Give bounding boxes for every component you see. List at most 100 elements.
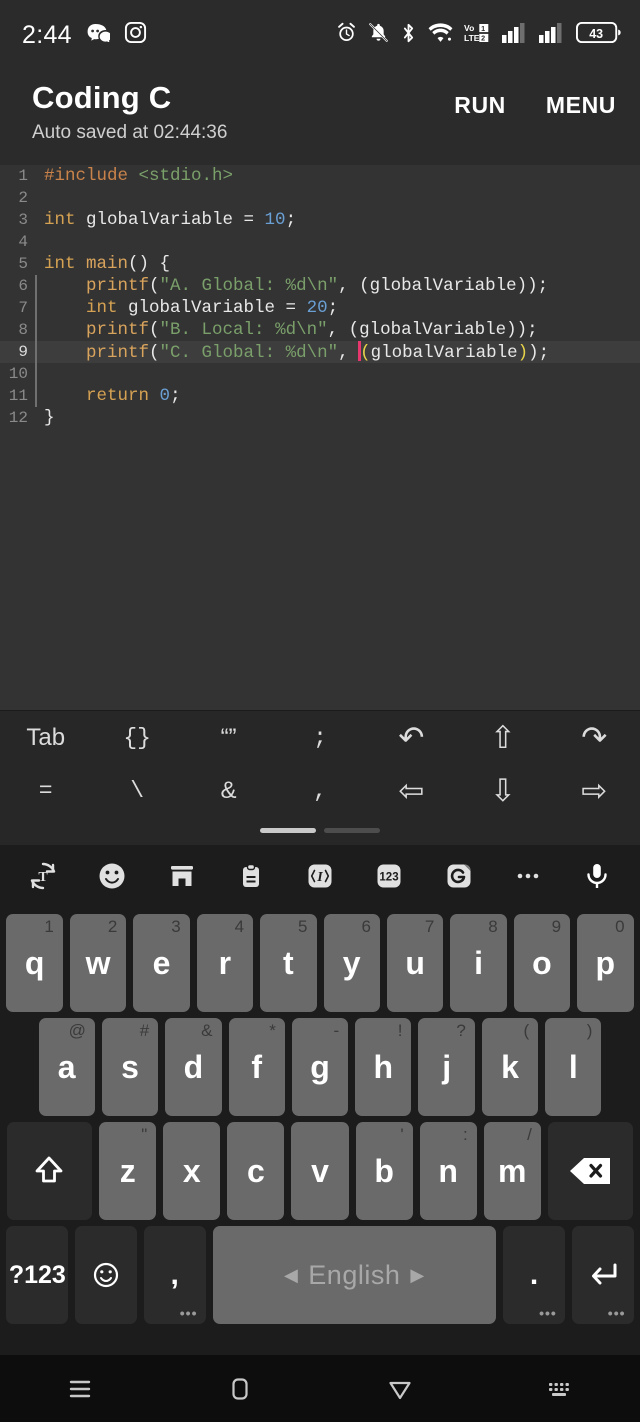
key-n[interactable]: :n xyxy=(419,1122,477,1220)
key-p[interactable]: 0p xyxy=(577,914,634,1012)
home-button[interactable] xyxy=(160,1372,320,1406)
key-d[interactable]: & d xyxy=(165,1018,222,1116)
mic-icon[interactable] xyxy=(574,853,620,899)
page-dot[interactable] xyxy=(324,827,380,833)
code-line-active[interactable]: 9 printf("C. Global: %d\n", (globalVaria… xyxy=(0,341,640,363)
key-m[interactable]: / m xyxy=(483,1122,541,1220)
period-key[interactable]: . ••• xyxy=(503,1226,565,1324)
symbol-key-ampersand[interactable]: & xyxy=(183,764,274,817)
key-e[interactable]: 3e xyxy=(133,914,190,1012)
code-text: int globalVariable = 20; xyxy=(86,298,339,318)
recents-button[interactable] xyxy=(0,1372,160,1406)
symbol-key-backslash[interactable]: \ xyxy=(91,764,182,817)
space-key-label: English xyxy=(308,1259,401,1290)
code-text: return 0; xyxy=(86,386,181,406)
gif-icon[interactable] xyxy=(436,853,482,899)
app-header-actions: RUN MENU xyxy=(454,78,616,119)
prev-language-icon[interactable]: ◀ xyxy=(284,1265,298,1286)
emoji-key[interactable] xyxy=(75,1226,137,1324)
symbol-key-semicolon[interactable]: ; xyxy=(274,711,365,764)
indent-guide xyxy=(30,165,42,187)
code-line[interactable]: 12 } xyxy=(0,407,640,429)
key-hint: # xyxy=(139,1021,150,1040)
comma-key[interactable]: , ••• xyxy=(143,1226,206,1324)
code-line[interactable]: 7 int globalVariable = 20; xyxy=(0,297,640,319)
code-line[interactable]: 2 xyxy=(0,187,640,209)
emoji-icon[interactable] xyxy=(89,853,135,899)
arrow-up-icon[interactable]: ⇧ xyxy=(457,711,548,764)
key-label: h xyxy=(373,1048,394,1085)
run-button[interactable]: RUN xyxy=(454,92,506,119)
key-c[interactable]: c xyxy=(227,1122,285,1220)
code-line[interactable]: 6 printf("A. Global: %d\n", (globalVaria… xyxy=(0,275,640,297)
key-label: i xyxy=(474,944,483,981)
key-t[interactable]: 5t xyxy=(260,914,317,1012)
key-h[interactable]: ! h xyxy=(355,1018,412,1116)
key-a[interactable]: @ a xyxy=(38,1018,95,1116)
key-u[interactable]: 7u xyxy=(386,914,444,1012)
undo-icon[interactable]: ↶ xyxy=(366,711,457,764)
key-label: r xyxy=(218,944,232,981)
key-q[interactable]: 1q xyxy=(6,914,63,1012)
key-z[interactable]: " z xyxy=(99,1122,157,1220)
symbol-key-tab[interactable]: Tab xyxy=(0,711,91,764)
key-g[interactable]: -g xyxy=(291,1018,349,1116)
system-navigation-bar xyxy=(0,1355,640,1422)
key-y[interactable]: 6y xyxy=(323,914,380,1012)
store-icon[interactable] xyxy=(159,853,205,899)
line-number: 6 xyxy=(18,277,28,295)
key-hint: 3 xyxy=(171,917,181,936)
long-press-dots: ••• xyxy=(607,1305,626,1321)
symbol-key-comma[interactable]: , xyxy=(274,764,365,817)
symbol-key-quotes[interactable]: “” xyxy=(183,711,274,764)
code-text: int globalVariable = 10; xyxy=(44,210,297,230)
key-i[interactable]: 8i xyxy=(450,914,507,1012)
code-line[interactable]: 8 printf("B. Local: %d\n", (globalVariab… xyxy=(0,319,640,341)
numbers-icon[interactable]: 123 xyxy=(366,853,412,899)
code-line[interactable]: 11 return 0; xyxy=(0,385,640,407)
translate-icon[interactable]: T xyxy=(20,853,66,899)
menu-button[interactable]: MENU xyxy=(546,92,616,119)
symbols-key[interactable]: ?123 xyxy=(6,1226,69,1324)
page-dot-active[interactable] xyxy=(260,827,316,833)
shift-key[interactable] xyxy=(6,1122,93,1220)
key-l[interactable]: ) l xyxy=(545,1018,602,1116)
code-line[interactable]: 1 #include <stdio.h> xyxy=(0,165,640,187)
key-o[interactable]: 9o xyxy=(513,914,571,1012)
key-j[interactable]: ? j xyxy=(418,1018,475,1116)
symbol-key-equals[interactable]: = xyxy=(0,764,91,817)
key-hint: @ xyxy=(68,1021,86,1040)
enter-key[interactable]: ••• xyxy=(571,1226,634,1324)
arrow-left-icon[interactable]: ⇦ xyxy=(366,764,457,817)
arrow-right-icon[interactable]: ⇨ xyxy=(549,764,640,817)
key-s[interactable]: # s xyxy=(101,1018,159,1116)
arrow-down-icon[interactable]: ⇩ xyxy=(457,764,548,817)
symbol-key-braces[interactable]: {} xyxy=(91,711,182,764)
hide-keyboard-button[interactable] xyxy=(480,1372,640,1406)
key-r[interactable]: 4r xyxy=(196,914,254,1012)
clipboard-icon[interactable] xyxy=(228,853,274,899)
back-button[interactable] xyxy=(320,1372,480,1406)
code-line[interactable]: 10 xyxy=(0,363,640,385)
space-key[interactable]: ◀ English ▶ xyxy=(212,1226,497,1324)
key-x[interactable]: x xyxy=(163,1122,221,1220)
redo-icon[interactable]: ↷ xyxy=(549,711,640,764)
next-language-icon[interactable]: ▶ xyxy=(410,1265,424,1286)
code-line[interactable]: 3 int globalVariable = 10; xyxy=(0,209,640,231)
code-line[interactable]: 4 xyxy=(0,231,640,253)
key-b[interactable]: ' b xyxy=(355,1122,413,1220)
app-header: Coding C Auto saved at 02:44:36 RUN MENU xyxy=(0,70,640,165)
text-edit-icon[interactable]: I xyxy=(297,853,343,899)
code-editor[interactable]: 1 #include <stdio.h> 2 3 int globalVaria… xyxy=(0,165,640,710)
code-line[interactable]: 5 int main() { xyxy=(0,253,640,275)
notifications-muted-icon xyxy=(368,22,389,48)
key-k[interactable]: (k xyxy=(481,1018,539,1116)
key-w[interactable]: 2w xyxy=(69,914,127,1012)
line-number: 2 xyxy=(18,189,28,207)
line-number: 7 xyxy=(18,299,28,317)
svg-text:T: T xyxy=(38,870,48,885)
more-icon[interactable] xyxy=(505,853,551,899)
key-f[interactable]: * f xyxy=(228,1018,285,1116)
key-v[interactable]: v xyxy=(291,1122,349,1220)
backspace-key[interactable] xyxy=(547,1122,634,1220)
